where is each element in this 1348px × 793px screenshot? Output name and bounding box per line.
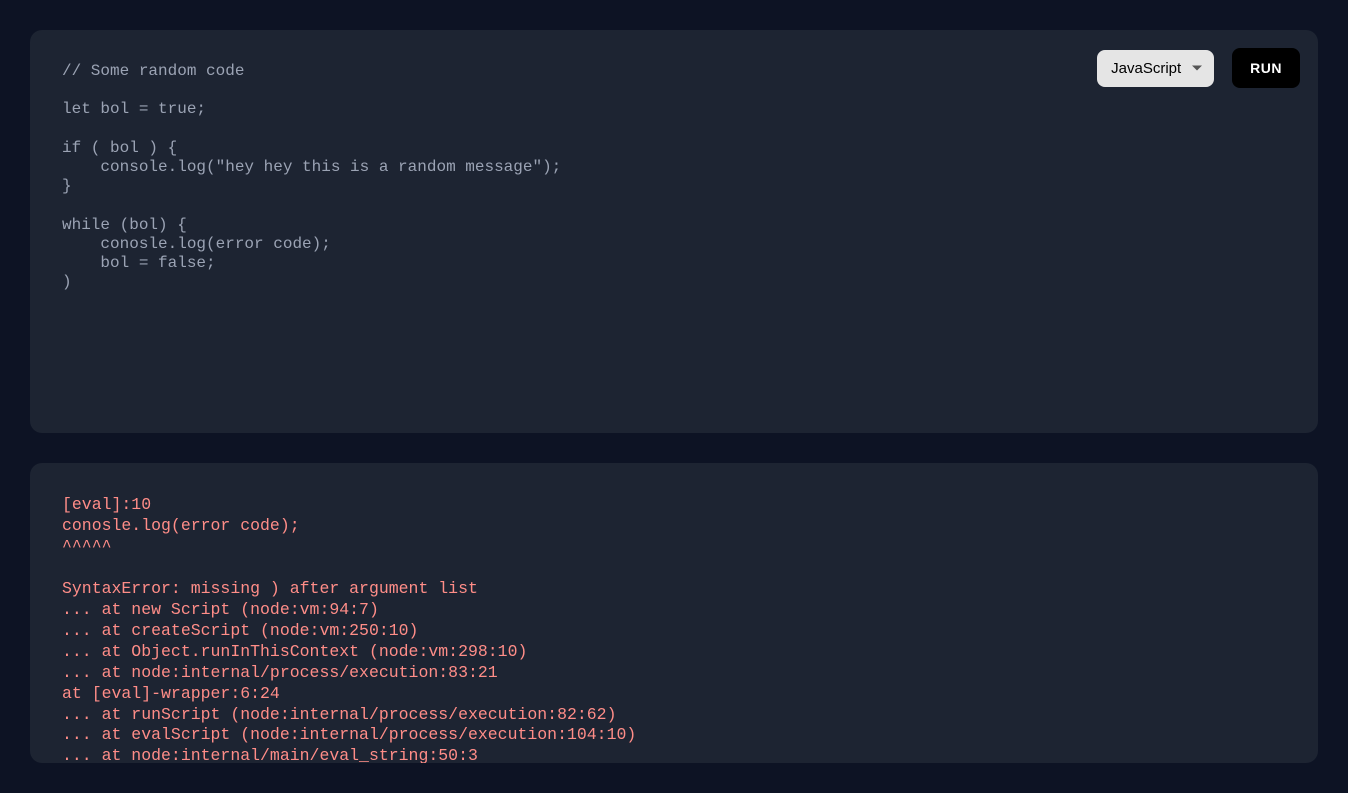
output-panel: [eval]:10 conosle.log(error code); ^^^^^…	[30, 463, 1318, 763]
code-editor[interactable]: // Some random code let bol = true; if (…	[62, 62, 1286, 292]
editor-controls: JavaScript RUN	[1097, 48, 1300, 88]
output-text: [eval]:10 conosle.log(error code); ^^^^^…	[62, 495, 1286, 763]
language-select[interactable]: JavaScript	[1097, 50, 1214, 87]
language-select-wrapper: JavaScript	[1097, 50, 1214, 87]
run-button[interactable]: RUN	[1232, 48, 1300, 88]
code-editor-panel: JavaScript RUN // Some random code let b…	[30, 30, 1318, 433]
